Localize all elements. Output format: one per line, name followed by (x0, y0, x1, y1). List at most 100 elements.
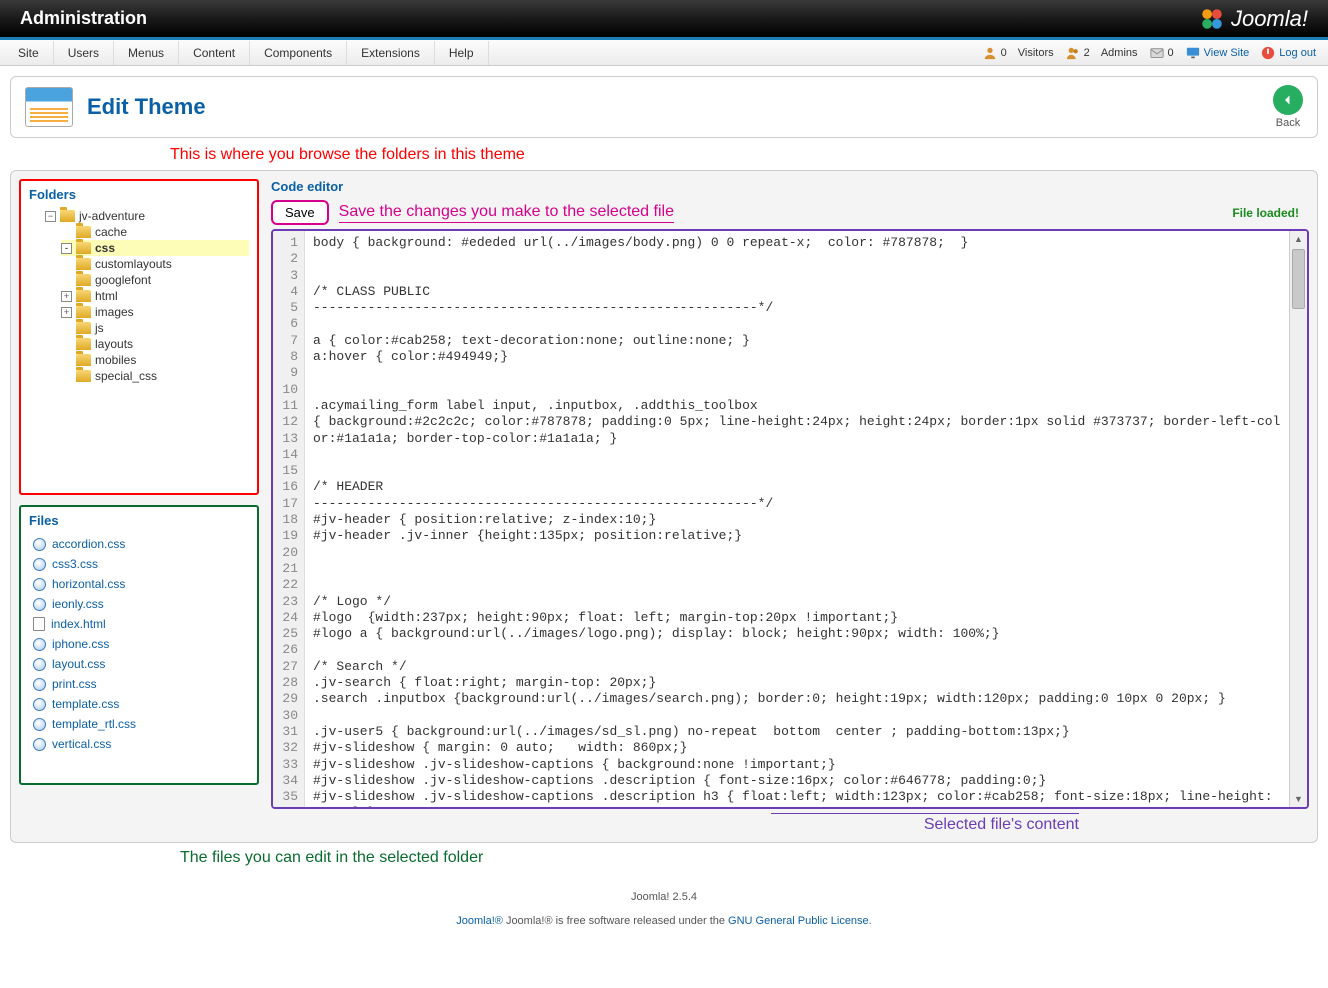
user-icon (983, 46, 997, 60)
expand-icon[interactable]: - (61, 243, 72, 254)
menu-item-site[interactable]: Site (4, 41, 54, 65)
folder-icon (76, 338, 91, 350)
footer-brand[interactable]: Joomla!® (456, 915, 503, 927)
expand-icon[interactable]: + (61, 291, 72, 302)
file-item-iphone.css[interactable]: iphone.css (33, 634, 249, 654)
expand-icon[interactable]: − (45, 211, 56, 222)
tree-root-item[interactable]: − jv-adventure (45, 208, 249, 224)
file-name: iphone.css (52, 637, 109, 651)
tree-label: mobiles (95, 353, 136, 367)
files-panel: Files accordion.csscss3.csshorizontal.cs… (19, 505, 259, 785)
css-file-icon (33, 558, 46, 571)
tree-label: layouts (95, 337, 133, 351)
file-list: accordion.css css3.css horizontal.css ieonl… (29, 534, 249, 754)
admins-label: Admins (1101, 47, 1138, 59)
folder-icon (76, 258, 91, 270)
tree-root-label: jv-adventure (79, 209, 145, 223)
tree-item-images[interactable]: + images (61, 304, 249, 320)
css-file-icon (33, 738, 46, 751)
code-textarea[interactable]: body { background: #ededed url(../images… (305, 231, 1289, 807)
footer-license-link[interactable]: GNU General Public License. (728, 915, 872, 927)
file-loaded-status: File loaded! (1232, 206, 1299, 220)
admins-count: 2 (1084, 47, 1090, 59)
folder-icon (76, 290, 91, 302)
file-item-template_rtl.css[interactable]: template_rtl.css (33, 714, 249, 734)
css-file-icon (33, 578, 46, 591)
admins-status: 2 Admins (1066, 46, 1138, 60)
messages-status[interactable]: 0 (1150, 46, 1174, 60)
menu-item-extensions[interactable]: Extensions (347, 41, 435, 65)
css-file-icon (33, 698, 46, 711)
view-site-link[interactable]: View Site (1186, 46, 1250, 60)
file-item-print.css[interactable]: print.css (33, 674, 249, 694)
theme-icon (25, 87, 73, 127)
expand-icon[interactable]: + (61, 307, 72, 318)
right-column: Code editor Save Save the changes you ma… (271, 179, 1309, 834)
code-editor: 1 2 3 4 5 6 7 8 9 10 11 12 13 14 15 16 1… (271, 229, 1309, 809)
tree-item-special_css[interactable]: special_css (61, 368, 249, 384)
tree-label: js (95, 321, 104, 335)
file-name: css3.css (52, 557, 98, 571)
scroll-down-icon[interactable]: ▼ (1290, 791, 1307, 807)
editor-title: Code editor (271, 179, 1309, 194)
users-icon (1066, 46, 1080, 60)
file-item-vertical.css[interactable]: vertical.css (33, 734, 249, 754)
scroll-up-icon[interactable]: ▲ (1290, 231, 1307, 247)
tree-label: googlefont (95, 273, 151, 287)
joomla-brand-text: Joomla! (1231, 6, 1308, 32)
visitors-status: 0 Visitors (983, 46, 1054, 60)
menu-item-users[interactable]: Users (54, 41, 114, 65)
tree-item-customlayouts[interactable]: customlayouts (61, 256, 249, 272)
menu-item-help[interactable]: Help (435, 41, 489, 65)
scrollbar[interactable]: ▲ ▼ (1289, 231, 1307, 807)
file-name: print.css (52, 677, 97, 691)
logout-link[interactable]: Log out (1261, 46, 1316, 60)
tree-item-js[interactable]: js (61, 320, 249, 336)
file-item-layout.css[interactable]: layout.css (33, 654, 249, 674)
file-item-accordion.css[interactable]: accordion.css (33, 534, 249, 554)
file-name: accordion.css (52, 537, 125, 551)
save-button[interactable]: Save (271, 200, 329, 225)
file-item-index.html[interactable]: index.html (33, 614, 249, 634)
file-item-template.css[interactable]: template.css (33, 694, 249, 714)
annotation-save: Save the changes you make to the selecte… (339, 203, 674, 223)
tree-item-mobiles[interactable]: mobiles (61, 352, 249, 368)
tree-label: css (95, 241, 115, 255)
file-name: ieonly.css (52, 597, 104, 611)
folder-icon (76, 274, 91, 286)
file-item-ieonly.css[interactable]: ieonly.css (33, 594, 249, 614)
tree-item-html[interactable]: + html (61, 288, 249, 304)
tree-label: images (95, 305, 134, 319)
annotation-files: The files you can edit in the selected f… (180, 849, 1318, 867)
html-file-icon (33, 617, 45, 631)
menu-item-content[interactable]: Content (179, 41, 250, 65)
css-file-icon (33, 678, 46, 691)
view-site-text[interactable]: View Site (1204, 47, 1250, 59)
css-file-icon (33, 658, 46, 671)
folder-icon (76, 242, 91, 254)
line-gutter: 1 2 3 4 5 6 7 8 9 10 11 12 13 14 15 16 1… (273, 231, 305, 807)
footer: Joomla! 2.5.4 Joomla!® Joomla!® is free … (0, 891, 1328, 927)
tree-label: html (95, 289, 118, 303)
file-name: template.css (52, 697, 119, 711)
menu-item-menus[interactable]: Menus (114, 41, 179, 65)
css-file-icon (33, 538, 46, 551)
logout-text[interactable]: Log out (1279, 47, 1316, 59)
file-item-css3.css[interactable]: css3.css (33, 554, 249, 574)
folder-icon (76, 322, 91, 334)
tree-label: customlayouts (95, 257, 172, 271)
tree-item-layouts[interactable]: layouts (61, 336, 249, 352)
file-item-horizontal.css[interactable]: horizontal.css (33, 574, 249, 594)
tree-item-googlefont[interactable]: googlefont (61, 272, 249, 288)
annotation-content: Selected file's content (771, 813, 1079, 834)
footer-copyright: Joomla!® Joomla!® is free software relea… (0, 915, 1328, 927)
tree-item-css[interactable]: - css (61, 240, 249, 256)
folder-icon (76, 306, 91, 318)
menu-item-components[interactable]: Components (250, 41, 347, 65)
scrollbar-thumb[interactable] (1292, 249, 1305, 309)
tree-label: cache (95, 225, 127, 239)
file-name: vertical.css (52, 737, 111, 751)
folder-icon (76, 370, 91, 382)
tree-item-cache[interactable]: cache (61, 224, 249, 240)
back-button[interactable]: Back (1273, 85, 1303, 129)
